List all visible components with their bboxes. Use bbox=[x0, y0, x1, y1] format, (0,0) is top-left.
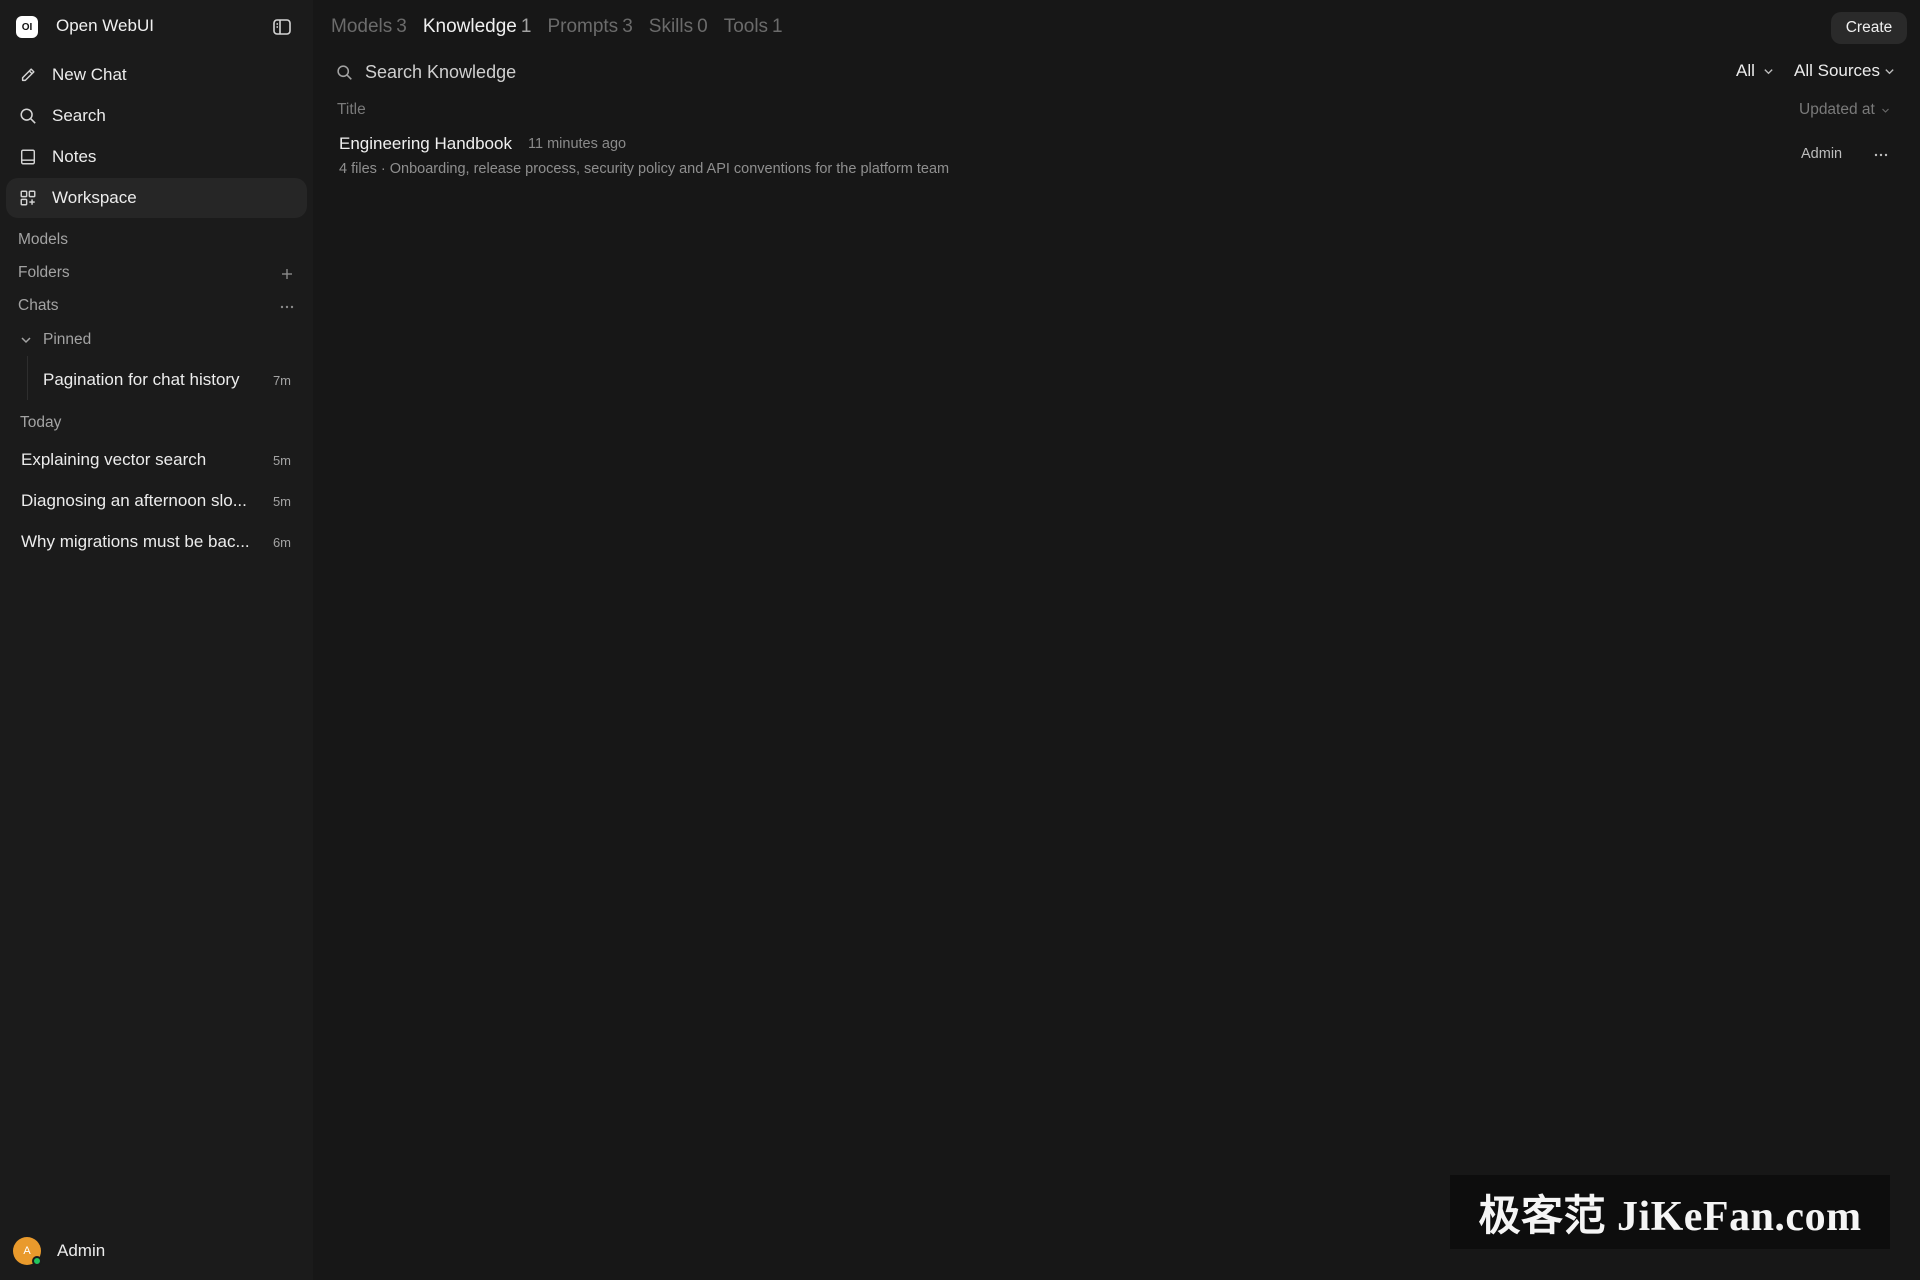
tab-count: 1 bbox=[520, 16, 532, 37]
sidebar-section-chats[interactable]: Chats bbox=[18, 297, 59, 315]
chat-time: 7m bbox=[272, 372, 291, 388]
sidebar-section-folders[interactable]: Folders bbox=[18, 264, 70, 282]
sidebar-item-new-chat[interactable]: New Chat bbox=[6, 55, 307, 95]
column-header-label: Updated at bbox=[1799, 101, 1875, 118]
chat-title: Pagination for chat history bbox=[43, 370, 240, 389]
sidebar-toggle-icon[interactable] bbox=[271, 16, 293, 38]
sidebar-item-label: Notes bbox=[52, 147, 97, 166]
sidebar-item-notes[interactable]: Notes bbox=[6, 137, 307, 177]
tab-skills[interactable]: Skills 0 bbox=[649, 16, 708, 38]
tab-label: Models bbox=[331, 16, 393, 37]
knowledge-name: Engineering Handbook bbox=[339, 134, 512, 153]
chat-title: Explaining vector search bbox=[21, 450, 207, 469]
app-title[interactable]: Open WebUI bbox=[56, 16, 154, 36]
sources-filter-dropdown[interactable]: All Sources bbox=[1794, 61, 1896, 81]
column-header-title[interactable]: Title bbox=[337, 101, 366, 119]
tab-count: 1 bbox=[772, 16, 783, 37]
grid-icon bbox=[18, 188, 38, 208]
more-options-icon[interactable] bbox=[278, 298, 296, 316]
chevron-down-icon bbox=[1884, 65, 1896, 77]
chevron-down-icon bbox=[1881, 105, 1891, 115]
pinned-toggle[interactable]: Pinned bbox=[19, 331, 91, 349]
workspace-main: Models 3 Knowledge 1 Prompts 3 Skills 0 Tool… bbox=[313, 0, 1920, 1280]
tab-prompts[interactable]: Prompts 3 bbox=[547, 16, 632, 38]
tab-tools[interactable]: Tools 1 bbox=[724, 16, 783, 38]
sidebar-item-search[interactable]: Search bbox=[6, 96, 307, 136]
chat-item[interactable]: Diagnosing an afternoon slo... 5m bbox=[21, 483, 291, 519]
chevron-down-icon bbox=[1763, 65, 1775, 77]
chevron-down-icon bbox=[19, 333, 33, 347]
knowledge-description: 4 files · Onboarding, release process, s… bbox=[339, 161, 950, 177]
user-menu[interactable]: A Admin bbox=[13, 1237, 106, 1266]
tab-count: 3 bbox=[622, 16, 633, 37]
sidebar-item-label: New Chat bbox=[52, 65, 127, 84]
search-knowledge-input[interactable] bbox=[365, 58, 1425, 86]
plus-icon[interactable] bbox=[278, 265, 296, 283]
chat-title: Diagnosing an afternoon slo... bbox=[21, 491, 247, 510]
chat-item[interactable]: Why migrations must be bac... 6m bbox=[21, 524, 291, 560]
sidebar-item-workspace[interactable]: Workspace bbox=[6, 178, 307, 218]
create-button[interactable]: Create bbox=[1831, 12, 1907, 44]
chat-time: 6m bbox=[272, 534, 291, 550]
notes-icon bbox=[18, 147, 38, 167]
chat-time: 5m bbox=[272, 452, 291, 468]
chat-title: Why migrations must be bac... bbox=[21, 532, 250, 551]
pinned-divider bbox=[27, 356, 28, 400]
chat-time: 5m bbox=[272, 493, 291, 509]
knowledge-owner: Admin bbox=[1801, 146, 1843, 162]
sidebar-item-label: Workspace bbox=[52, 188, 137, 207]
search-icon bbox=[334, 62, 354, 82]
more-options-icon[interactable] bbox=[1872, 146, 1890, 164]
tab-count: 3 bbox=[396, 16, 407, 37]
online-status-dot bbox=[32, 1256, 42, 1266]
tab-label: Tools bbox=[723, 16, 769, 37]
search-icon bbox=[18, 106, 38, 126]
pinned-label: Pinned bbox=[43, 331, 92, 348]
knowledge-row[interactable]: Engineering Handbook 11 minutes ago 4 fi… bbox=[337, 128, 1917, 184]
chat-item[interactable]: Pagination for chat history 7m bbox=[43, 362, 291, 398]
scope-filter-dropdown[interactable]: All bbox=[1736, 61, 1775, 81]
tab-label: Knowledge bbox=[422, 16, 517, 37]
tab-count: 0 bbox=[697, 16, 708, 37]
today-label: Today bbox=[20, 414, 62, 431]
sidebar-section-models[interactable]: Models bbox=[18, 231, 68, 249]
chat-item[interactable]: Explaining vector search 5m bbox=[21, 442, 291, 478]
scope-filter-value: All bbox=[1736, 61, 1755, 80]
sources-filter-value: All Sources bbox=[1794, 61, 1880, 80]
sidebar-item-label: Search bbox=[52, 106, 106, 125]
tab-models[interactable]: Models 3 bbox=[331, 16, 407, 38]
app-logo[interactable]: OI bbox=[16, 16, 38, 38]
tab-knowledge[interactable]: Knowledge 1 bbox=[423, 16, 532, 38]
avatar: A bbox=[13, 1237, 42, 1266]
knowledge-updated: 11 minutes ago bbox=[528, 136, 627, 152]
user-name: Admin bbox=[57, 1241, 106, 1260]
workspace-tabs: Models 3 Knowledge 1 Prompts 3 Skills 0 Tool… bbox=[331, 16, 799, 38]
pencil-icon bbox=[18, 65, 38, 85]
watermark: 极客范 JiKeFan.com bbox=[1450, 1175, 1890, 1249]
tab-label: Prompts bbox=[547, 16, 619, 37]
sidebar: OI Open WebUI New Chat Search Notes Work… bbox=[0, 0, 313, 1280]
tab-label: Skills bbox=[648, 16, 694, 37]
column-header-updated-at[interactable]: Updated at bbox=[1799, 101, 1891, 119]
avatar-initial: A bbox=[23, 1245, 31, 1257]
